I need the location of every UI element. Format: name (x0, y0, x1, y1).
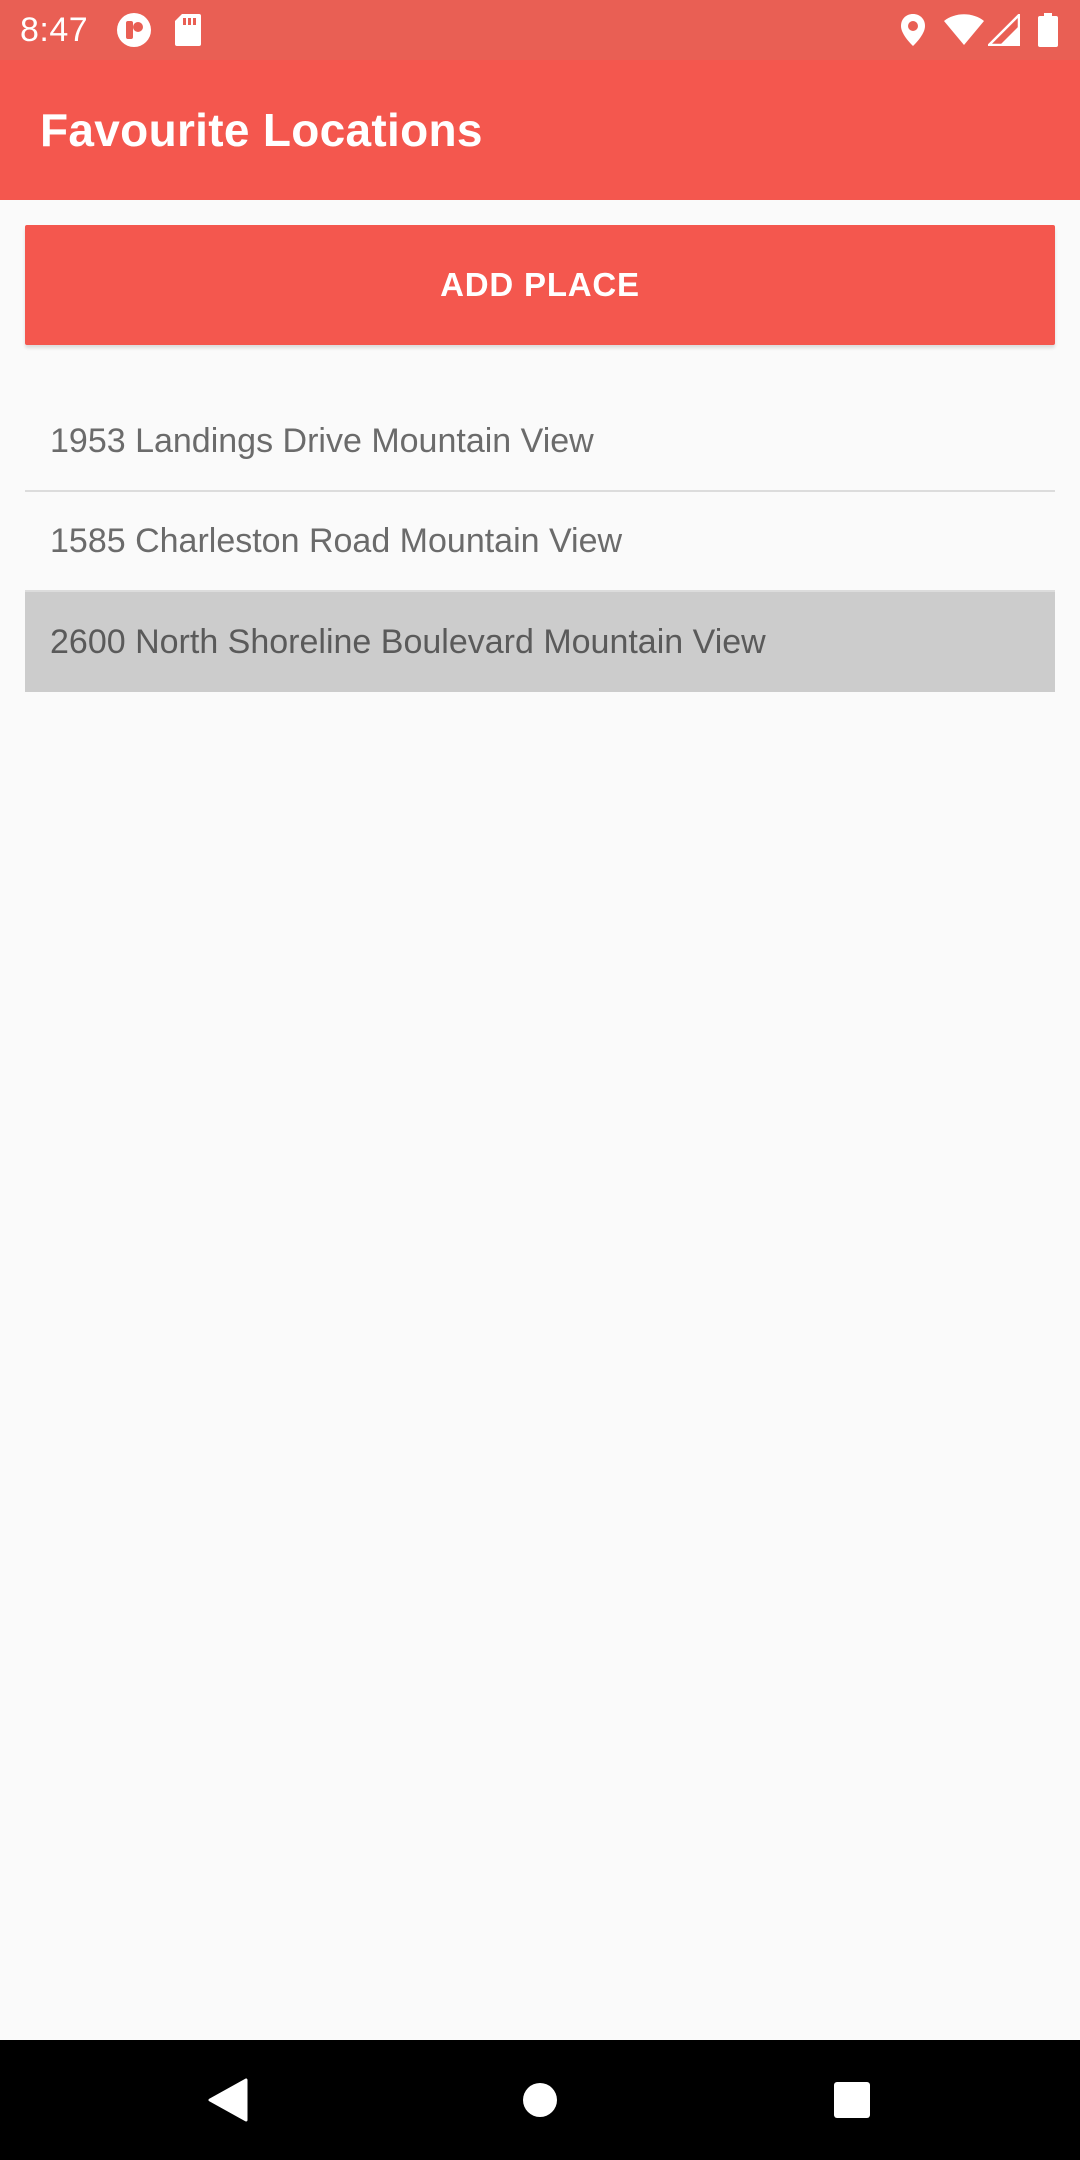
wifi-icon (944, 14, 984, 46)
app-bar: Favourite Locations (0, 60, 1080, 200)
status-left: 8:47 (20, 11, 224, 50)
status-bar: 8:47 (0, 0, 1080, 60)
signal-icon (988, 14, 1020, 46)
sd-card-icon (174, 13, 202, 47)
back-button[interactable] (180, 2052, 276, 2148)
add-place-button[interactable]: ADD PLACE (25, 225, 1055, 345)
back-icon (208, 2078, 248, 2122)
list-item[interactable]: 1585 Charleston Road Mountain View (25, 492, 1055, 592)
battery-icon (1038, 13, 1058, 47)
place-list: 1953 Landings Drive Mountain View 1585 C… (25, 392, 1055, 692)
recents-icon (834, 2082, 870, 2118)
list-item[interactable]: 1953 Landings Drive Mountain View (25, 392, 1055, 492)
screen: 8:47 Favourite Locations ADD PLACE 1953 … (0, 0, 1080, 2160)
page-title: Favourite Locations (40, 104, 483, 156)
home-icon (523, 2083, 557, 2117)
status-right (882, 13, 1058, 47)
status-time: 8:47 (20, 10, 89, 49)
home-button[interactable] (492, 2052, 588, 2148)
notification-app-icon (116, 12, 152, 48)
navigation-bar (0, 2040, 1080, 2160)
recents-button[interactable] (804, 2052, 900, 2148)
location-icon (900, 13, 926, 47)
list-item-selected[interactable]: 2600 North Shoreline Boulevard Mountain … (25, 592, 1055, 692)
